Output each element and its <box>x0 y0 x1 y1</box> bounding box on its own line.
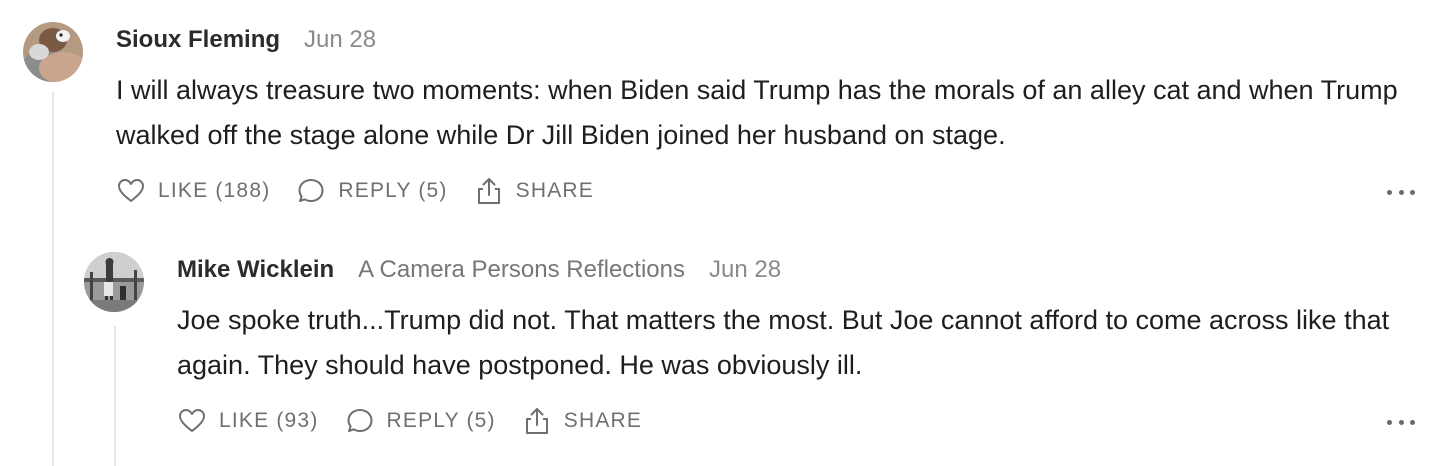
like-label: LIKE (188) <box>158 179 271 202</box>
share-label: SHARE <box>563 409 643 432</box>
reply-label: REPLY (5) <box>338 179 448 202</box>
comment-body: I will always treasure two moments: when… <box>116 75 1398 150</box>
avatar-mike-wicklein[interactable] <box>84 252 144 312</box>
share-upload-icon <box>522 406 552 436</box>
like-button[interactable]: LIKE (93) <box>177 406 319 436</box>
more-options-button[interactable] <box>1387 417 1415 427</box>
reply-button[interactable]: REPLY (5) <box>296 176 447 206</box>
avatar-sioux-fleming[interactable] <box>23 22 83 82</box>
reply-meta: Mike Wicklein A Camera Persons Reflectio… <box>177 256 781 284</box>
reply-label: REPLY (5) <box>386 409 496 432</box>
comment-date[interactable]: Jun 28 <box>709 256 781 284</box>
heart-icon <box>116 176 146 206</box>
avatar-image <box>23 22 83 82</box>
share-label: SHARE <box>515 179 594 202</box>
author-name[interactable]: Sioux Fleming <box>116 26 280 54</box>
reply-actions: LIKE (93) REPLY (5) SHARE <box>177 406 668 436</box>
reply-button[interactable]: REPLY (5) <box>345 406 496 436</box>
comment-meta: Sioux Fleming Jun 28 <box>116 26 376 54</box>
comment-actions: LIKE (188) REPLY (5) SHARE <box>116 176 620 206</box>
comment-date[interactable]: Jun 28 <box>304 26 376 54</box>
heart-icon <box>177 406 207 436</box>
share-button[interactable]: SHARE <box>474 176 594 206</box>
more-options-button[interactable] <box>1387 187 1415 197</box>
speech-bubble-icon <box>345 406 375 436</box>
author-name[interactable]: Mike Wicklein <box>177 256 334 284</box>
ellipsis-icon <box>1387 419 1392 425</box>
reply-body: Joe spoke truth...Trump did not. That ma… <box>177 305 1390 380</box>
like-label: LIKE (93) <box>219 409 319 432</box>
share-button[interactable]: SHARE <box>522 406 642 436</box>
share-upload-icon <box>474 176 504 206</box>
publication-name[interactable]: A Camera Persons Reflections <box>358 256 685 284</box>
thread-line-reply <box>114 326 116 466</box>
ellipsis-icon <box>1387 189 1392 195</box>
thread-line-primary <box>52 92 54 466</box>
like-button[interactable]: LIKE (188) <box>116 176 270 206</box>
avatar-image <box>84 252 144 312</box>
speech-bubble-icon <box>296 176 326 206</box>
